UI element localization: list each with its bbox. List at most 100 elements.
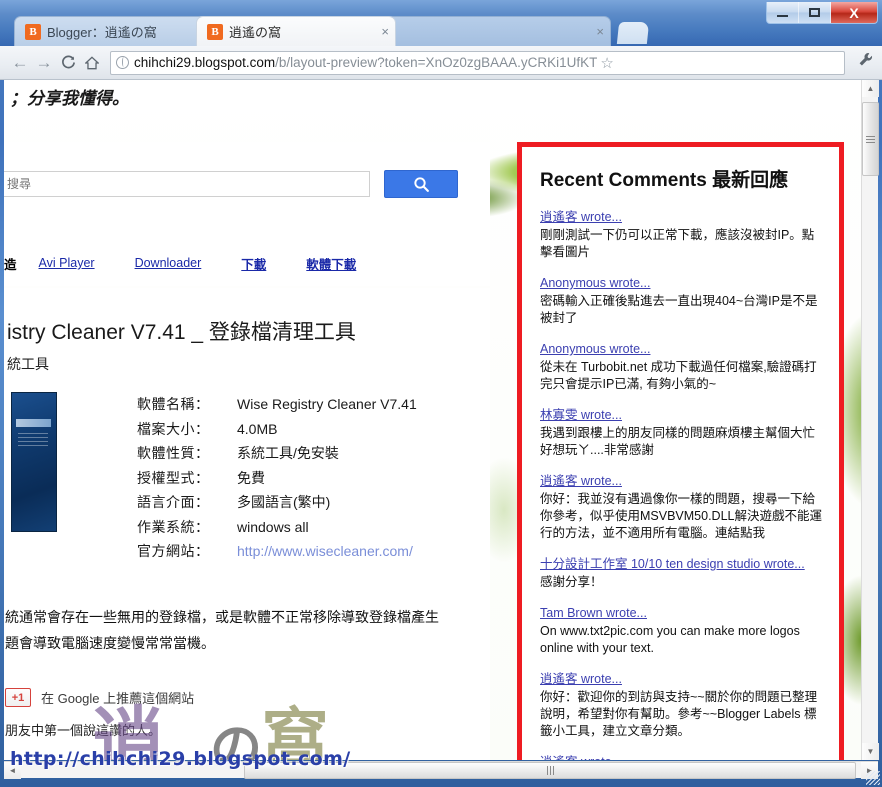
vertical-scrollbar[interactable]: ▲ ▼ xyxy=(861,80,879,760)
spec-value: 4.0MB xyxy=(237,420,278,437)
spec-key: 軟體名稱： xyxy=(137,396,210,412)
page-viewport: ；分享我懂得。 造 Avi Player Downloader xyxy=(4,80,878,760)
nav-link-avi-player[interactable]: Avi Player xyxy=(39,256,95,270)
spec-key: 作業系統： xyxy=(137,518,210,535)
article-spec-section: 軟體名稱： Wise Registry Cleaner V7.41 檔案大小： … xyxy=(4,392,490,564)
comment-body: 密碼輸入正確後點進去一直出現404~台灣IP是不是被封了 xyxy=(540,294,818,325)
comment-item: 逍遙客 wrote... Turbobit空間真的不好下載，使用免空下載軟體常會… xyxy=(540,753,825,760)
browser-toolbar: ← → chihchi29.blogspot.com/b/layout-prev… xyxy=(0,46,882,80)
comment-author-link[interactable]: Anonymous wrote... xyxy=(540,276,650,290)
comment-author-link[interactable]: 林寡雯 wrote... xyxy=(540,408,622,422)
software-boxshot-image xyxy=(11,392,57,532)
article-body-line: 統通常會存在一些無用的登錄檔，或是軟體不正常移除導致登錄檔產生 xyxy=(5,608,439,625)
comment-author-link[interactable]: Tam Brown wrote... xyxy=(540,606,647,620)
comment-author-link[interactable]: 逍遙客 wrote... xyxy=(540,210,622,224)
spec-value: 多國語言(繁中) xyxy=(237,494,331,510)
vertical-scroll-thumb[interactable] xyxy=(862,102,879,176)
comment-item: Tam Brown wrote... On www.txt2pic.com yo… xyxy=(540,604,825,657)
spec-key: 授權型式： xyxy=(137,469,210,486)
scroll-up-icon[interactable]: ▲ xyxy=(862,80,879,97)
comment-body: 我遇到跟樓上的朋友同樣的問題麻煩樓主幫個大忙好想玩ㄚ....非常感謝 xyxy=(540,426,816,457)
article-body-line: 題會導致電腦速度變慢常常當機。 xyxy=(5,634,215,651)
watermark-url: http://chihchi29.blogspot.com/ xyxy=(10,748,351,770)
window-resize-handle[interactable] xyxy=(866,771,880,785)
scroll-thumb-grip-icon xyxy=(866,135,875,143)
comment-item: Anonymous wrote... 從未在 Turbobit.net 成功下載… xyxy=(540,340,825,393)
nav-link-software-download[interactable]: 軟體下載 xyxy=(306,254,356,273)
home-icon[interactable] xyxy=(80,51,104,75)
spec-row: 軟體性質： 系統工具/免安裝 xyxy=(137,441,417,466)
comment-body: 從未在 Turbobit.net 成功下載過任何檔案,驗證碼打完只會提示IP已滿… xyxy=(540,360,817,391)
search-icon xyxy=(413,176,429,192)
plus-one-button[interactable]: +1 xyxy=(5,688,31,707)
comment-item: 林寡雯 wrote... 我遇到跟樓上的朋友同樣的問題麻煩樓主幫個大忙好想玩ㄚ.… xyxy=(540,406,825,459)
comment-author-link[interactable]: 逍遙客 wrote... xyxy=(540,672,622,686)
reload-icon[interactable] xyxy=(56,51,80,75)
bookmark-star-icon[interactable]: ☆ xyxy=(600,54,613,72)
article-category: 統工具 xyxy=(7,356,49,372)
back-icon[interactable]: ← xyxy=(8,51,32,75)
search-button[interactable] xyxy=(384,170,458,198)
comment-body: 你好：歡迎你的到訪與支持~~關於你的問題已整理說明，希望對你有幫助。參考~~Bl… xyxy=(540,690,818,738)
plus-one-text: 在 Google 上推薦這個網站 xyxy=(41,691,195,706)
tab-empty[interactable]: × xyxy=(386,16,611,46)
tab-close-icon[interactable]: × xyxy=(375,24,389,39)
scroll-down-icon[interactable]: ▼ xyxy=(862,743,879,760)
spec-row: 授權型式： 免費 xyxy=(137,466,417,491)
forward-icon[interactable]: → xyxy=(32,51,56,75)
new-tab-button[interactable] xyxy=(616,22,650,44)
article-post: istry Cleaner V7.41 _ 登錄檔清理工具 統工具 軟體名稱： … xyxy=(4,288,490,760)
nav-link-download[interactable]: 下載 xyxy=(241,254,266,273)
article-title: istry Cleaner V7.41 _ 登錄檔清理工具 xyxy=(7,321,356,344)
comment-body: 剛剛測試一下仍可以正常下載，應該沒被封IP。點擊看圖片 xyxy=(540,228,815,259)
tab-title: 逍遙の窩 xyxy=(229,25,282,40)
address-bar[interactable]: chihchi29.blogspot.com/b/layout-preview?… xyxy=(110,50,845,75)
search-row xyxy=(4,170,490,198)
comment-author-link[interactable]: 逍遙客 wrote... xyxy=(540,474,622,488)
blog-content-column: 造 Avi Player Downloader 下載 軟體下載 xyxy=(4,142,490,286)
blog-tagline: ；分享我懂得。 xyxy=(10,89,129,108)
search-input[interactable] xyxy=(4,171,370,197)
official-site-link[interactable]: http://www.wisecleaner.com/ xyxy=(237,539,413,564)
nav-label: 造 xyxy=(4,257,17,272)
comment-author-link[interactable]: 逍遙客 wrote... xyxy=(540,755,622,760)
comment-item: 逍遙客 wrote... 你好：我並沒有遇過像你一樣的問題，搜尋一下給你參考，似… xyxy=(540,472,825,542)
nav-link-downloader[interactable]: Downloader xyxy=(135,256,202,270)
comment-author-link[interactable]: Anonymous wrote... xyxy=(540,342,650,356)
spec-value: windows all xyxy=(237,518,309,535)
article-body: 統通常會存在一些無用的登錄檔，或是軟體不正常移除導致登錄檔產生 題會導致電腦速度… xyxy=(5,604,490,656)
spec-key: 軟體性質： xyxy=(137,445,210,461)
tab-close-icon[interactable]: × xyxy=(590,24,604,39)
tab-strip: B Blogger：逍遙の窩 × B 逍遙の窩 × × xyxy=(0,16,882,46)
blogger-favicon-icon: B xyxy=(25,23,41,40)
comment-author-link[interactable]: 十分設計工作室 10/10 ten design studio wrote... xyxy=(540,557,805,571)
blog-nav-links: 造 Avi Player Downloader 下載 軟體下載 xyxy=(4,240,490,286)
tab-blog-preview[interactable]: B 逍遙の窩 × xyxy=(196,16,396,46)
software-spec-table: 軟體名稱： Wise Registry Cleaner V7.41 檔案大小： … xyxy=(137,392,417,564)
page-info-icon xyxy=(116,56,129,69)
scroll-thumb-grip-icon xyxy=(546,766,554,775)
search-block xyxy=(4,142,490,240)
spec-value: 免費 xyxy=(237,469,265,486)
recent-comments-title: Recent Comments 最新回應 xyxy=(540,170,789,191)
comment-item: Anonymous wrote... 密碼輸入正確後點進去一直出現404~台灣I… xyxy=(540,274,825,327)
spec-row: 作業系統： windows all xyxy=(137,515,417,540)
google-plus-one-row: +1 在 Google 上推薦這個網站 xyxy=(5,688,194,707)
url-host: chihchi29.blogspot.com xyxy=(134,55,276,70)
spec-key: 語言介面： xyxy=(137,494,210,510)
comment-body: On www.txt2pic.com you can make more log… xyxy=(540,624,800,655)
url-text: chihchi29.blogspot.com/b/layout-preview?… xyxy=(134,55,597,70)
comment-body: 感謝分享！ xyxy=(540,575,603,589)
recent-comments-widget: Recent Comments 最新回應 逍遙客 wrote... 剛剛測試一下… xyxy=(517,142,844,760)
spec-row: 軟體名稱： Wise Registry Cleaner V7.41 xyxy=(137,392,417,417)
url-path: /b/layout-preview?token=XnOz0zgBAAA.yCRK… xyxy=(275,55,598,70)
plus-one-subtext: 朋友中第一個說這讚的人。 xyxy=(5,723,162,738)
comment-item: 十分設計工作室 10/10 ten design studio wrote...… xyxy=(540,555,825,591)
comment-item: 逍遙客 wrote... 剛剛測試一下仍可以正常下載，應該沒被封IP。點擊看圖片 xyxy=(540,208,825,261)
spec-key: 檔案大小： xyxy=(137,420,210,437)
wrench-menu-icon[interactable] xyxy=(851,52,874,73)
spec-row: 檔案大小： 4.0MB xyxy=(137,417,417,442)
spec-key: 官方網站： xyxy=(137,543,210,559)
comment-body: 你好：我並沒有遇過像你一樣的問題，搜尋一下給你參考，似乎使用MSVBVM50.D… xyxy=(540,492,822,540)
spec-row: 語言介面： 多國語言(繁中) xyxy=(137,490,417,515)
